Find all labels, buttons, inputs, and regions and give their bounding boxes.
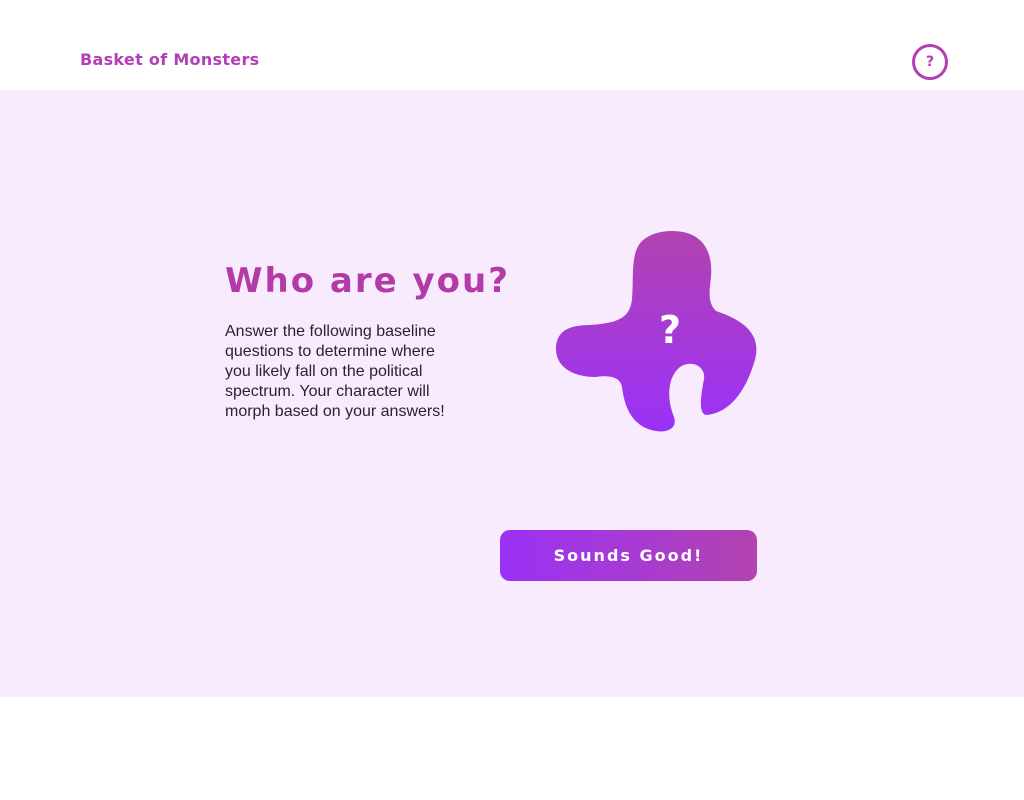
blob-monster-icon: ? (556, 231, 758, 433)
app-title[interactable]: Basket of Monsters (80, 50, 259, 70)
help-button[interactable]: ? (912, 44, 948, 80)
intro-panel: Who are you? Answer the following baseli… (0, 90, 1024, 697)
intro-description: Answer the following baseline questions … (225, 323, 445, 420)
sounds-good-button[interactable]: Sounds Good! (500, 530, 757, 581)
app-header: Basket of Monsters ? (0, 0, 1024, 90)
monster-question-mark: ? (659, 308, 681, 352)
page-title: Who are you? (225, 261, 510, 301)
